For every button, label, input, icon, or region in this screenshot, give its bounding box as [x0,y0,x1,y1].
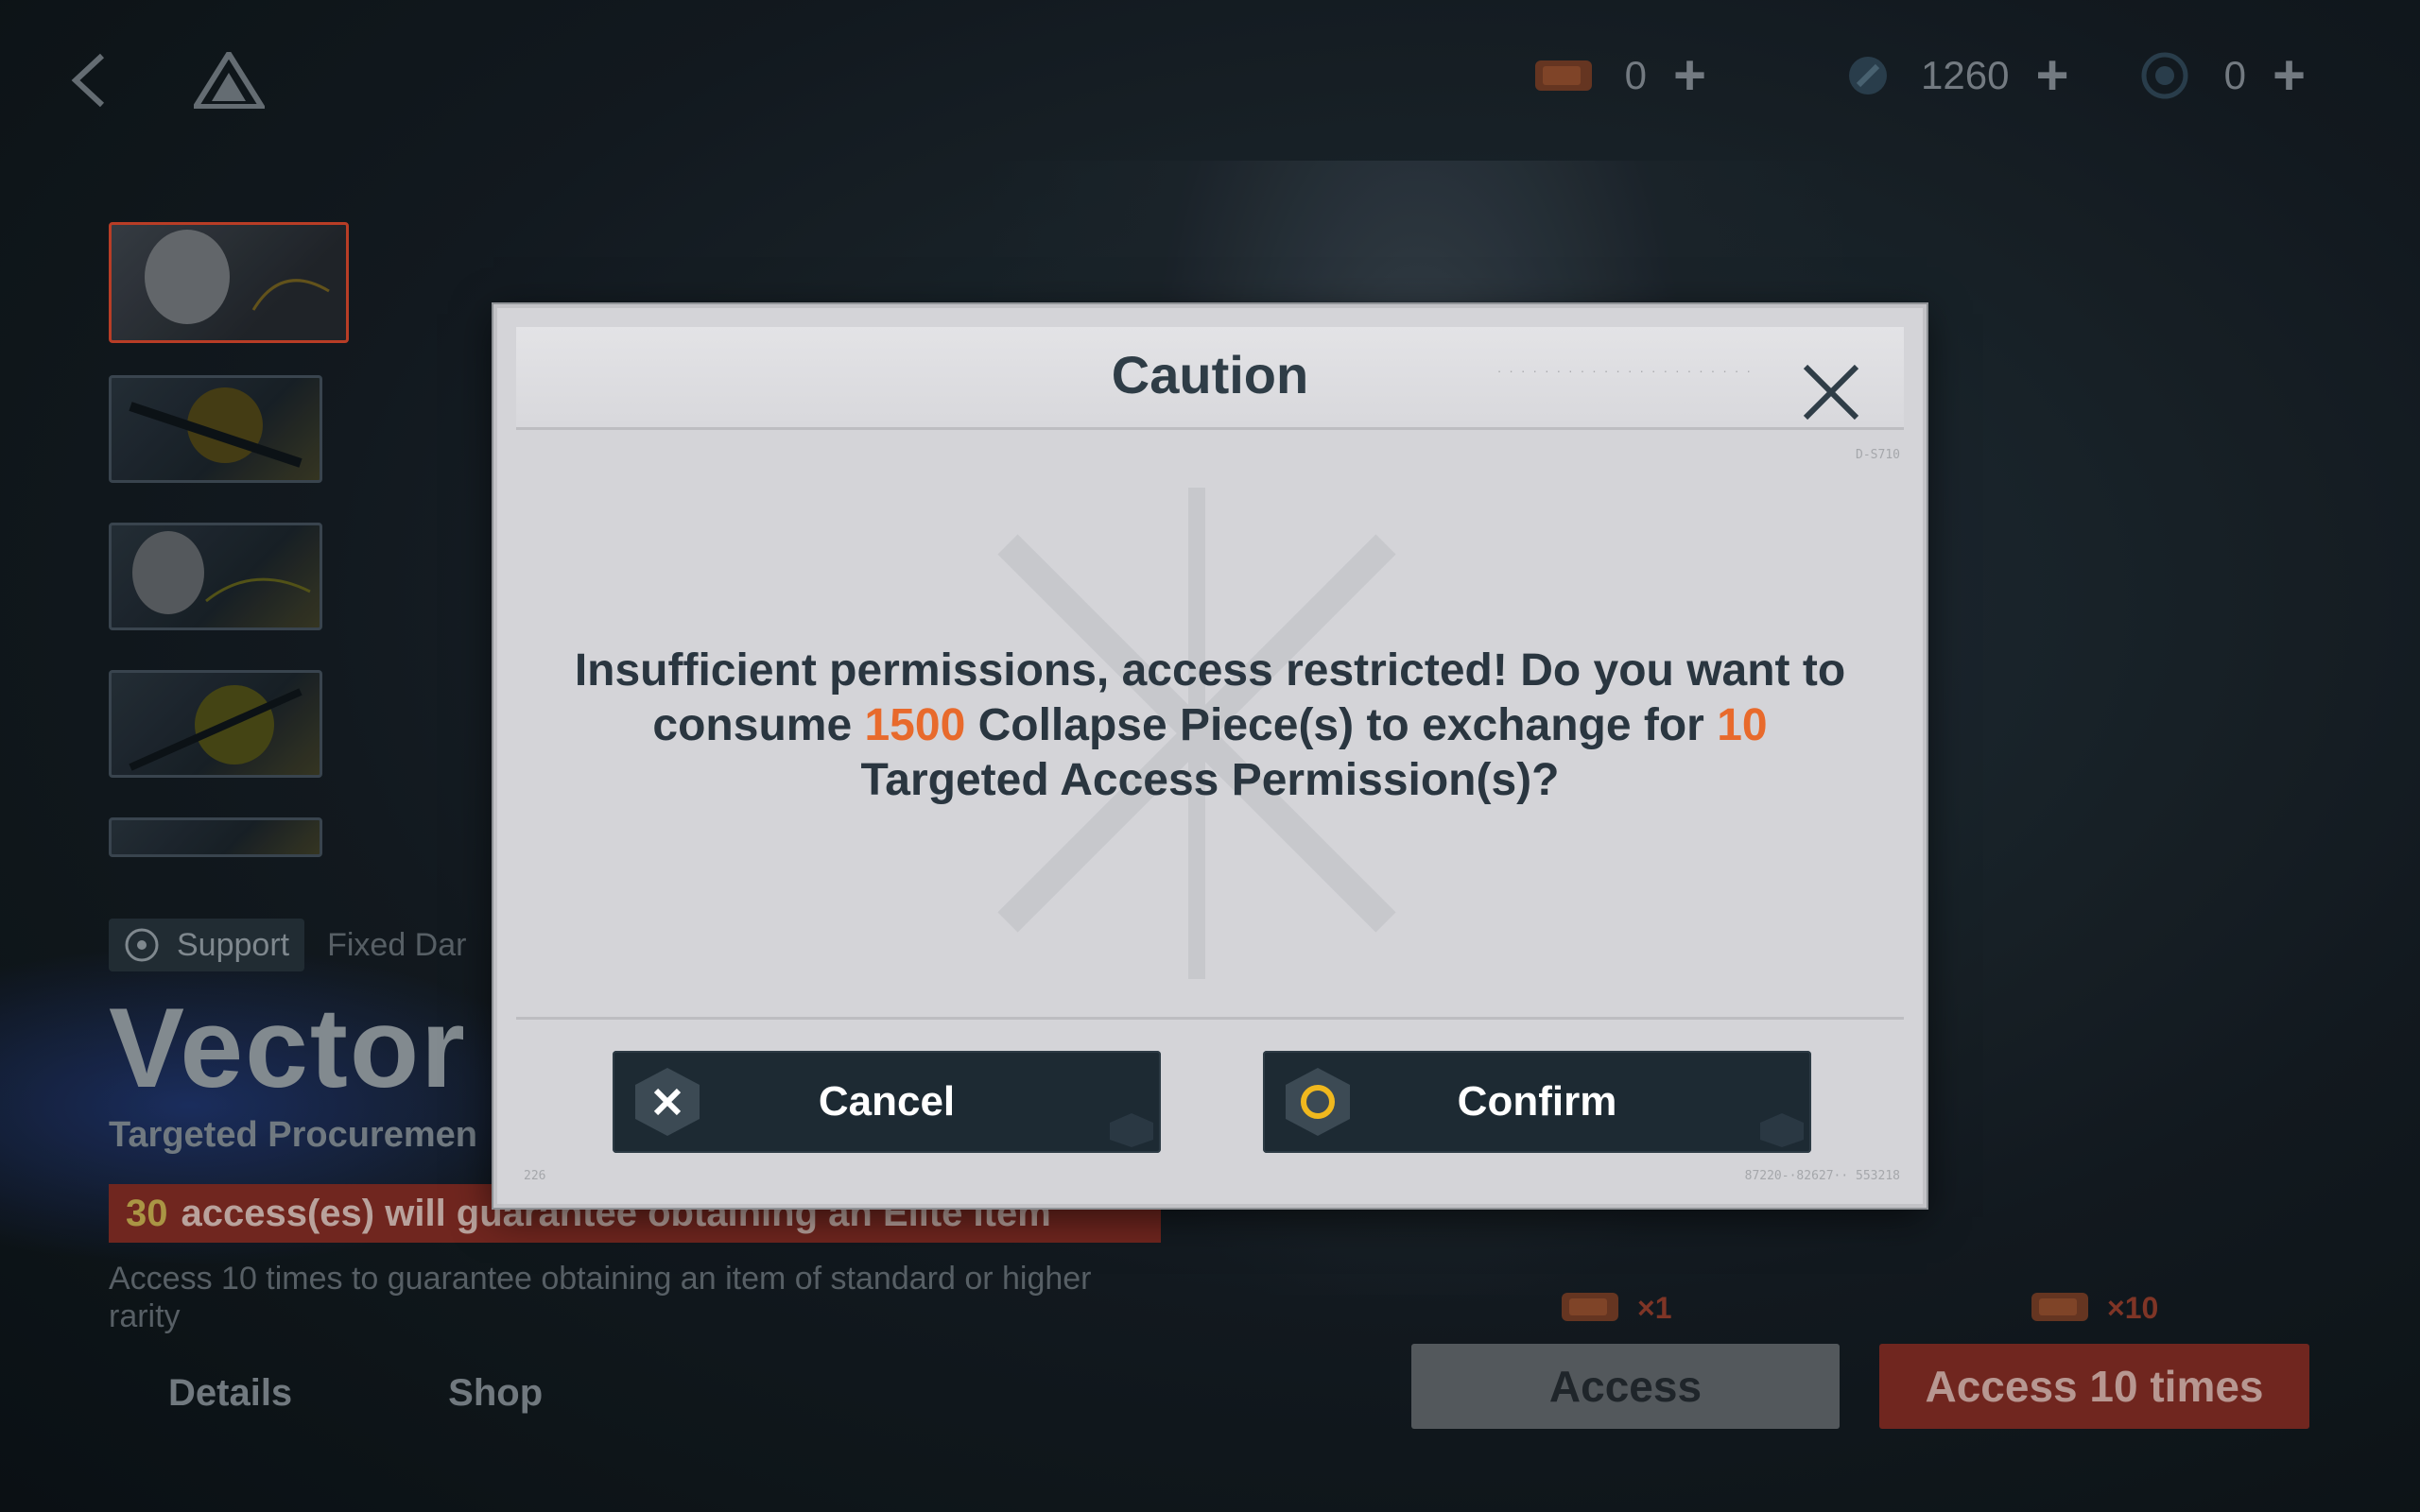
dialog-header: Caution · · · · · · · · · · · · · · · · … [516,327,1904,430]
cancel-x-icon [635,1068,700,1136]
dialog-decoration-code: D-S710 [1856,448,1900,462]
message-part-3: Targeted Access Permission(s)? [860,755,1560,805]
dialog-message: Insufficient permissions, access restric… [573,644,1847,808]
dialog-decoration-code: 226 [524,1169,546,1183]
confirm-button[interactable]: Confirm [1263,1051,1811,1153]
confirm-circle-icon [1286,1068,1350,1136]
button-decoration-icon [1760,1113,1804,1147]
collapse-piece-cost: 1500 [864,700,966,750]
dialog-decoration-code: 87220-·82627·· 553218 [1744,1169,1900,1183]
header-decoration: · · · · · · · · · · · · · · · · · · · · … [1496,363,1753,378]
message-part-2: Collapse Piece(s) to exchange for [977,700,1704,750]
caution-dialog: Caution · · · · · · · · · · · · · · · · … [493,304,1927,1208]
button-decoration-icon [1110,1113,1153,1147]
close-icon[interactable] [1798,359,1864,425]
cancel-button[interactable]: Cancel [613,1051,1161,1153]
permission-amount: 10 [1717,700,1768,750]
dialog-body: Insufficient permissions, access restric… [516,440,1904,1020]
